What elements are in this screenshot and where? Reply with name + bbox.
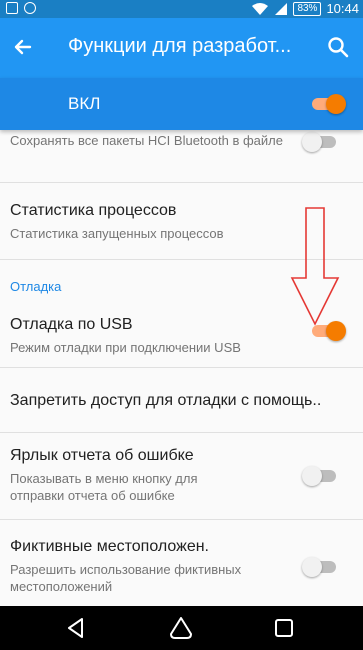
recents-square-icon[interactable]: [272, 616, 296, 640]
mock-location-subtitle: Разрешить использование фиктивных местоп…: [10, 562, 242, 594]
signal-icon: [275, 2, 288, 15]
master-switch-bar[interactable]: ВКЛ: [0, 78, 363, 130]
revoke-usb-access-title: Запретить доступ для отладки с помощь..: [10, 392, 322, 409]
master-toggle[interactable]: [310, 92, 346, 116]
mock-location-toggle[interactable]: [302, 555, 338, 579]
back-arrow-icon[interactable]: [8, 32, 38, 62]
mock-location-title: Фиктивные местоположен.: [10, 538, 209, 555]
search-icon[interactable]: [323, 32, 353, 62]
hci-log-subtitle: Сохранять все пакеты HCI Bluetooth в фай…: [10, 133, 283, 148]
process-stats-title: Статистика процессов: [10, 202, 177, 219]
home-icon[interactable]: [169, 616, 193, 640]
mock-location-item[interactable]: Фиктивные местоположен. Разрешить исполь…: [0, 520, 363, 606]
master-switch-label: ВКЛ: [68, 94, 101, 113]
navigation-bar: [0, 606, 363, 650]
usb-debug-title: Отладка по USB: [10, 316, 133, 333]
bug-report-title: Ярлык отчета об ошибке: [10, 447, 194, 464]
bug-report-toggle[interactable]: [302, 464, 338, 488]
battery-level: 83%: [293, 1, 322, 16]
notification-image-icon: [6, 2, 18, 14]
page-title: Функции для разработ...: [68, 35, 292, 57]
toggle-thumb: [302, 132, 322, 152]
usb-debug-subtitle: Режим отладки при подключении USB: [10, 340, 241, 355]
hci-log-toggle[interactable]: [302, 130, 338, 154]
back-triangle-icon[interactable]: [64, 616, 88, 640]
revoke-usb-access-item[interactable]: Запретить доступ для отладки с помощь..: [0, 368, 363, 428]
toggle-thumb: [326, 94, 346, 114]
status-bar: 83% 10:44: [0, 0, 363, 18]
toggle-thumb: [302, 466, 322, 486]
settings-list: Сохранять все пакеты HCI Bluetooth в фай…: [0, 130, 363, 606]
red-arrow-annotation: [290, 207, 340, 326]
toggle-thumb: [302, 557, 322, 577]
bug-report-item[interactable]: Ярлык отчета об ошибке Показывать в меню…: [0, 433, 363, 519]
wifi-icon: [252, 2, 269, 15]
bug-report-subtitle: Показывать в меню кнопку для отправки от…: [10, 471, 198, 503]
globe-icon: [24, 2, 36, 14]
debug-section-header: Отладка: [10, 279, 62, 294]
app-bar: Функции для разработ...: [0, 18, 363, 78]
clock: 10:44: [326, 1, 359, 16]
process-stats-subtitle: Статистика запущенных процессов: [10, 226, 224, 241]
hci-log-item[interactable]: Сохранять все пакеты HCI Bluetooth в фай…: [0, 130, 363, 188]
